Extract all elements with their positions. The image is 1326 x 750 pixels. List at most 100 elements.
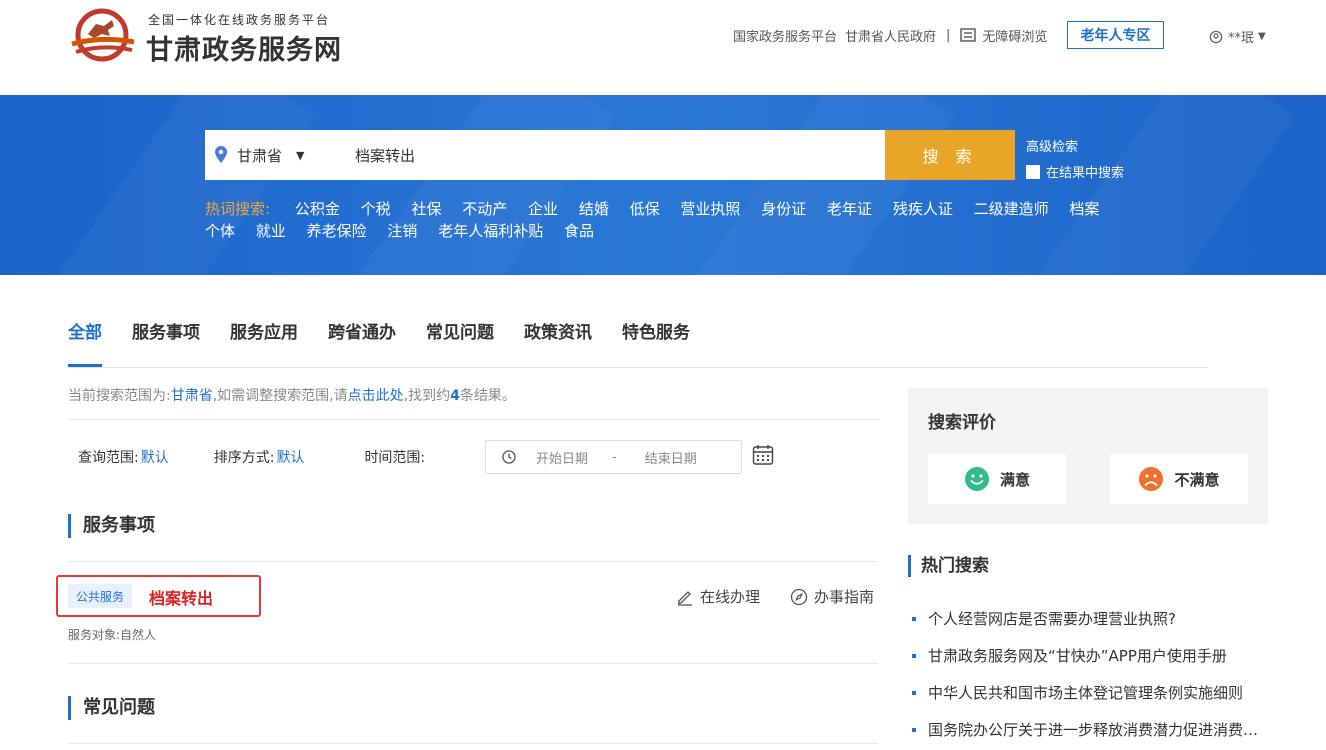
bullet	[912, 653, 916, 658]
unsatisfied-label: 不满意	[1174, 470, 1220, 489]
scope-mid: ,如需调整搜索范围,请	[212, 388, 348, 404]
hot-keyword[interactable]: 老年证	[827, 200, 872, 218]
accessibility-link[interactable]: 无障碍浏览	[960, 26, 1047, 45]
list-item[interactable]: 个人经营网店是否需要办理营业执照?	[912, 600, 1268, 637]
start-date-input[interactable]: 开始日期	[536, 448, 588, 467]
hot-keyword[interactable]: 结婚	[579, 200, 609, 218]
satisfied-button[interactable]: 满意	[928, 454, 1066, 504]
sort-filter: 排序方式: 默认	[214, 447, 305, 467]
sort-value[interactable]: 默认	[276, 450, 304, 466]
unsatisfied-button[interactable]: 不满意	[1110, 454, 1248, 504]
result-title-link[interactable]: 档案转出	[149, 585, 213, 609]
scope-prefix: 当前搜索范围为:	[68, 388, 171, 404]
search-in-results-label: 在结果中搜索	[1046, 166, 1125, 181]
hot-search-link[interactable]: 中华人民共和国市场主体登记管理条例实施细则	[928, 682, 1243, 703]
section-title-services: 服务事项	[68, 514, 155, 538]
location-pin-icon	[215, 146, 227, 163]
top-links: 国家政务服务平台 甘肃省人民政府 | 无障碍浏览	[733, 22, 1047, 48]
divider	[68, 561, 878, 562]
hot-keyword[interactable]: 低保	[630, 200, 660, 218]
search-in-results-checkbox[interactable]	[1026, 164, 1040, 179]
top-header: 全国一体化在线政务服务平台 甘肃政务服务网 国家政务服务平台 甘肃省人民政府 |…	[0, 0, 1326, 95]
result-meta: 服务对象:自然人	[68, 628, 157, 642]
hot-keyword[interactable]: 食品	[564, 222, 594, 240]
divider	[68, 663, 878, 664]
list-item[interactable]: 甘肃政务服务网及“甘快办”APP用户使用手册	[912, 637, 1268, 674]
evaluation-title: 搜索评价	[928, 413, 996, 433]
logo-title: 甘肃政务服务网	[146, 35, 342, 66]
bullet	[912, 727, 916, 732]
scope-found-suffix: 条结果。	[459, 388, 516, 404]
search-evaluation-panel: 搜索评价 满意 不满意	[908, 388, 1268, 524]
scope-found-prefix: ,找到约	[403, 388, 451, 404]
hot-keywords-label: 热词搜索:	[205, 200, 271, 218]
satisfied-label: 满意	[999, 470, 1030, 489]
hot-keyword[interactable]: 二级建造师	[974, 200, 1049, 218]
hot-keyword[interactable]: 社保	[411, 200, 441, 218]
hot-keyword[interactable]: 残疾人证	[893, 200, 953, 218]
chevron-down-icon: ▼	[1258, 31, 1266, 42]
hot-keyword[interactable]: 身份证	[761, 200, 806, 218]
tab-service-apps[interactable]: 服务应用	[230, 315, 298, 367]
hot-keyword[interactable]: 公积金	[295, 200, 340, 218]
hot-search-list: 个人经营网店是否需要办理营业执照? 甘肃政务服务网及“甘快办”APP用户使用手册…	[912, 600, 1268, 748]
clock-icon	[502, 450, 516, 464]
service-type-badge: 公共服务	[68, 584, 133, 608]
tab-cross-province[interactable]: 跨省通办	[328, 315, 396, 367]
search-input[interactable]	[355, 130, 875, 180]
hot-keywords: 热词搜索: 公积金 个税 社保 不动产 企业 结婚 低保 营业执照 身份证 老年…	[205, 198, 1135, 242]
user-menu[interactable]: **珉 ▼	[1209, 27, 1266, 46]
hot-keyword[interactable]: 注销	[387, 222, 417, 240]
bullet	[912, 690, 916, 695]
horse-logo-icon	[71, 8, 135, 62]
online-handle-label: 在线办理	[700, 588, 761, 606]
search-in-results[interactable]: 在结果中搜索	[1026, 162, 1124, 181]
scope-adjust-link[interactable]: 点击此处	[348, 388, 404, 404]
date-range-picker[interactable]: 开始日期 - 结束日期	[485, 440, 742, 474]
sort-label: 排序方式:	[213, 450, 275, 466]
region-select[interactable]: 甘肃省 ▼	[205, 130, 325, 180]
hot-keyword[interactable]: 老年人福利补贴	[438, 222, 543, 240]
end-date-input[interactable]: 结束日期	[645, 448, 697, 467]
hot-search-link[interactable]: 国务院办公厅关于进一步释放消费潜力促进消费持续恢复的意见	[928, 719, 1268, 740]
site-logo[interactable]: 全国一体化在线政务服务平台 甘肃政务服务网	[68, 6, 348, 66]
tab-all[interactable]: 全部	[68, 315, 102, 367]
hot-keyword[interactable]: 养老保险	[307, 222, 367, 240]
user-icon	[1209, 30, 1223, 43]
guide-button[interactable]: 办事指南	[790, 586, 874, 607]
tab-service-items[interactable]: 服务事项	[132, 315, 200, 367]
hot-keyword[interactable]: 企业	[528, 200, 558, 218]
list-item[interactable]: 中华人民共和国市场主体登记管理条例实施细则	[912, 674, 1268, 711]
compass-icon	[790, 588, 808, 605]
hot-keyword[interactable]: 就业	[256, 222, 286, 240]
edit-icon	[677, 590, 692, 606]
tab-featured-services[interactable]: 特色服务	[622, 315, 690, 367]
query-range-value[interactable]: 默认	[141, 450, 169, 466]
search-button[interactable]: 搜 索	[885, 130, 1015, 180]
divider	[68, 419, 878, 420]
accessibility-icon	[960, 28, 977, 42]
link-national-platform[interactable]: 国家政务服务平台	[733, 26, 837, 45]
calendar-icon[interactable]	[752, 444, 774, 466]
elder-zone-button[interactable]: 老年人专区	[1067, 21, 1164, 49]
filter-bar: 查询范围: 默认 排序方式: 默认 时间范围:	[78, 440, 425, 474]
hot-keyword[interactable]: 档案	[1069, 200, 1099, 218]
section-title-faq: 常见问题	[68, 696, 155, 720]
divider	[68, 743, 878, 744]
search-banner	[0, 95, 1326, 275]
tab-policy-news[interactable]: 政策资讯	[524, 315, 592, 367]
hot-keyword[interactable]: 个税	[361, 200, 391, 218]
advanced-search-link[interactable]: 高级检索	[1026, 136, 1078, 155]
list-item[interactable]: 国务院办公厅关于进一步释放消费潜力促进消费持续恢复的意见	[912, 711, 1268, 748]
link-gansu-government[interactable]: 甘肃省人民政府	[845, 26, 936, 45]
tab-faq[interactable]: 常见问题	[426, 315, 494, 367]
hot-search-link[interactable]: 甘肃政务服务网及“甘快办”APP用户使用手册	[928, 645, 1227, 666]
hot-keyword[interactable]: 不动产	[462, 200, 507, 218]
hot-keyword[interactable]: 营业执照	[680, 200, 740, 218]
query-range-label: 查询范围:	[78, 450, 139, 466]
region-dropdown-icon: ▼	[296, 148, 305, 162]
hot-keyword[interactable]: 个体	[205, 222, 235, 240]
online-handle-button[interactable]: 在线办理	[676, 586, 760, 607]
hot-search-link[interactable]: 个人经营网店是否需要办理营业执照?	[928, 608, 1176, 629]
user-name: **珉	[1228, 31, 1255, 46]
